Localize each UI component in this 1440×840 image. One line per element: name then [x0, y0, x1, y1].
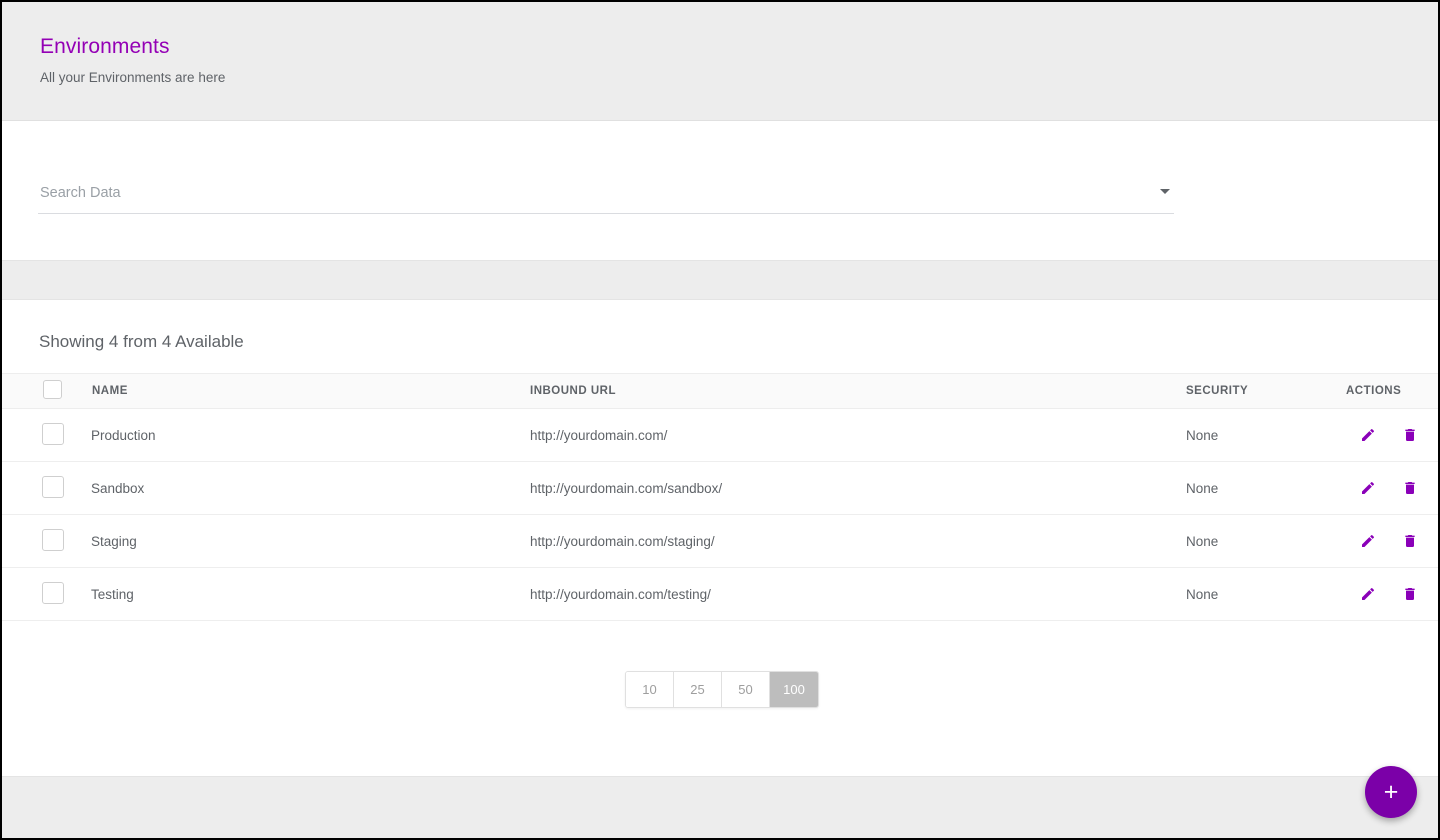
- table-row[interactable]: Testing http://yourdomain.com/testing/ N…: [2, 568, 1440, 621]
- results-count: Showing 4 from 4 Available: [2, 300, 1438, 352]
- cell-inbound-url: http://yourdomain.com/sandbox/: [530, 462, 1186, 515]
- cell-name: Staging: [87, 515, 530, 568]
- page-size-50[interactable]: 50: [722, 672, 770, 707]
- table-header-row: NAME INBOUND URL SECURITY ACTIONS: [2, 374, 1440, 409]
- select-all-checkbox[interactable]: [43, 380, 62, 399]
- table-head: NAME INBOUND URL SECURITY ACTIONS: [2, 374, 1440, 409]
- search-panel: SEARCH CLEAR: [2, 121, 1438, 260]
- page-size-100[interactable]: 100: [770, 672, 818, 707]
- table-row[interactable]: Production http://yourdomain.com/ None: [2, 409, 1440, 462]
- select-all-header: [2, 374, 87, 409]
- trash-icon[interactable]: [1402, 586, 1418, 602]
- row-select-cell: [2, 462, 87, 515]
- page-size-selector: 10 25 50 100: [625, 671, 819, 708]
- cell-inbound-url: http://yourdomain.com/: [530, 409, 1186, 462]
- pencil-icon[interactable]: [1360, 586, 1376, 602]
- page-title: Environments: [40, 35, 1438, 59]
- cell-security: None: [1186, 568, 1346, 621]
- search-field: [38, 183, 1174, 214]
- pencil-icon[interactable]: [1360, 427, 1376, 443]
- cell-security: None: [1186, 515, 1346, 568]
- cell-name: Testing: [87, 568, 530, 621]
- row-select-cell: [2, 568, 87, 621]
- table-row[interactable]: Sandbox http://yourdomain.com/sandbox/ N…: [2, 462, 1440, 515]
- cell-actions: [1346, 515, 1440, 568]
- table-body: Production http://yourdomain.com/ None: [2, 409, 1440, 621]
- divider-strip: [2, 260, 1438, 300]
- row-checkbox[interactable]: [42, 476, 64, 498]
- chevron-down-icon[interactable]: [1160, 189, 1170, 194]
- cell-security: None: [1186, 409, 1346, 462]
- column-header-inbound-url: INBOUND URL: [530, 374, 1186, 409]
- cell-actions: [1346, 568, 1440, 621]
- page-header: Environments All your Environments are h…: [2, 2, 1438, 121]
- page-size-10[interactable]: 10: [626, 672, 674, 707]
- cell-inbound-url: http://yourdomain.com/testing/: [530, 568, 1186, 621]
- cell-name: Production: [87, 409, 530, 462]
- row-select-cell: [2, 515, 87, 568]
- row-checkbox[interactable]: [42, 582, 64, 604]
- search-underline: [38, 213, 1174, 214]
- search-input[interactable]: [38, 183, 1174, 213]
- pencil-icon[interactable]: [1360, 533, 1376, 549]
- trash-icon[interactable]: [1402, 533, 1418, 549]
- page-subtitle: All your Environments are here: [40, 70, 1438, 86]
- trash-icon[interactable]: [1402, 480, 1418, 496]
- column-header-name: NAME: [87, 374, 530, 409]
- cell-actions: [1346, 409, 1440, 462]
- content-card: Showing 4 from 4 Available NAME INBOUND …: [2, 300, 1438, 776]
- environments-table: NAME INBOUND URL SECURITY ACTIONS Produc…: [2, 373, 1440, 621]
- row-checkbox[interactable]: [42, 423, 64, 445]
- column-header-security: SECURITY: [1186, 374, 1346, 409]
- trash-icon[interactable]: [1402, 427, 1418, 443]
- cell-security: None: [1186, 462, 1346, 515]
- table-row[interactable]: Staging http://yourdomain.com/staging/ N…: [2, 515, 1440, 568]
- app-page: Environments All your Environments are h…: [0, 0, 1440, 840]
- footer-band: [2, 776, 1438, 838]
- row-select-cell: [2, 409, 87, 462]
- cell-actions: [1346, 462, 1440, 515]
- add-environment-button[interactable]: +: [1365, 766, 1417, 818]
- column-header-actions: ACTIONS: [1346, 374, 1440, 409]
- page-size-25[interactable]: 25: [674, 672, 722, 707]
- pencil-icon[interactable]: [1360, 480, 1376, 496]
- row-checkbox[interactable]: [42, 529, 64, 551]
- cell-inbound-url: http://yourdomain.com/staging/: [530, 515, 1186, 568]
- cell-name: Sandbox: [87, 462, 530, 515]
